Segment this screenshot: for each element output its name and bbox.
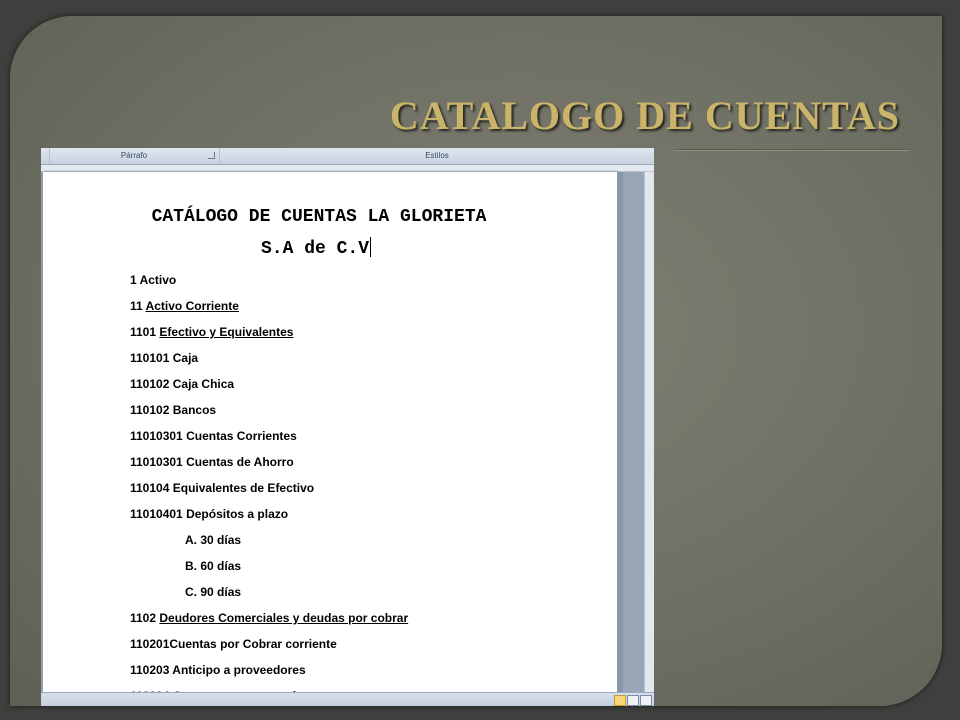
document-title: CATÁLOGO DE CUENTAS LA GLORIETA [151, 207, 487, 227]
account-entry: 11010301 Cuentas de Ahorro [130, 454, 408, 480]
ribbon-group-styles-label: Estilos [425, 151, 449, 160]
account-entry: 11 Activo Corriente [130, 298, 408, 324]
account-name: Deudores Comerciales y deudas por cobrar [159, 611, 409, 625]
account-entry: 110203 Anticipo a proveedores [130, 662, 408, 688]
account-entry: 110101 Caja [130, 350, 408, 376]
account-entry: 1102 Deudores Comerciales y deudas por c… [130, 610, 408, 636]
document-subtitle: S.A de C.V [43, 237, 603, 259]
account-code: 11010401 [130, 507, 183, 521]
account-code: 1101 [130, 325, 157, 339]
account-name: Anticipo a proveedores [172, 663, 306, 677]
print-layout-view-icon[interactable] [614, 695, 626, 706]
status-bar [41, 692, 654, 706]
word-processor-screenshot: Párrafo Estilos CATÁLOGO DE CUENTAS LA G… [41, 148, 654, 706]
account-code: C. [185, 585, 197, 599]
account-entry: C. 90 días [130, 584, 408, 610]
account-name: Cuentas Corrientes [186, 429, 297, 443]
account-code: 11010301 [130, 455, 183, 469]
account-name: Depósitos a plazo [186, 507, 289, 521]
account-code: 11 [130, 299, 143, 313]
account-entry: 110102 Caja Chica [130, 376, 408, 402]
account-name: 90 días [200, 585, 242, 599]
text-cursor [370, 237, 372, 257]
account-code: 110203 [130, 663, 170, 677]
title-underline-rule [674, 149, 910, 151]
account-code: 110201 [130, 637, 170, 651]
account-entry: B. 60 días [130, 558, 408, 584]
account-name: Activo [139, 273, 177, 287]
ribbon-group-paragraph-label: Párrafo [120, 151, 148, 160]
account-name: Bancos [172, 403, 217, 417]
account-name: Efectivo y Equivalentes [159, 325, 294, 339]
document-canvas: CATÁLOGO DE CUENTAS LA GLORIETA S.A de C… [41, 172, 644, 706]
account-code: 1102 [130, 611, 157, 625]
account-code: 11010301 [130, 429, 183, 443]
account-name: Cuentas de Ahorro [186, 455, 294, 469]
vertical-scrollbar[interactable] [644, 172, 654, 692]
account-code: 110102 [130, 403, 170, 417]
account-name: Cuentas por Cobrar corriente [169, 637, 337, 651]
account-code: 110102 [130, 377, 170, 391]
account-code: A. [185, 533, 197, 547]
page-gutter [617, 172, 623, 692]
account-name: Caja Chica [172, 377, 235, 391]
account-entry: 11010401 Depósitos a plazo [130, 506, 408, 532]
ribbon-group-styles[interactable]: Estilos [220, 148, 654, 164]
web-layout-view-icon[interactable] [640, 695, 652, 706]
account-name: Caja [172, 351, 199, 365]
slide-title: CATALOGO DE CUENTAS [389, 93, 900, 138]
full-screen-reading-view-icon[interactable] [627, 695, 639, 706]
dialog-launcher-icon[interactable] [208, 152, 215, 159]
account-code: 110104 [130, 481, 170, 495]
account-entry: 110201Cuentas por Cobrar corriente [130, 636, 408, 662]
ribbon-group-labels: Párrafo Estilos [41, 148, 654, 165]
account-entry: 11010301 Cuentas Corrientes [130, 428, 408, 454]
account-name: 30 días [200, 533, 242, 547]
account-list: 1 Activo 11 Activo Corriente 1101 Efectivo… [130, 272, 408, 706]
account-name: Equivalentes de Efectivo [172, 481, 315, 495]
account-entry: 1 Activo [130, 272, 408, 298]
ruler [41, 165, 654, 172]
account-entry: 110102 Bancos [130, 402, 408, 428]
account-entry: 1101 Efectivo y Equivalentes [130, 324, 408, 350]
account-code: 1 [130, 273, 137, 287]
document-page[interactable]: CATÁLOGO DE CUENTAS LA GLORIETA S.A de C… [43, 172, 617, 706]
document-subtitle-text: S.A de C.V [260, 239, 370, 259]
account-code: B. [185, 559, 197, 573]
account-code: 110101 [130, 351, 170, 365]
account-entry: A. 30 días [130, 532, 408, 558]
ribbon-group-paragraph[interactable]: Párrafo [49, 148, 220, 164]
account-entry: 110104 Equivalentes de Efectivo [130, 480, 408, 506]
account-name: 60 días [200, 559, 242, 573]
account-name: Activo Corriente [145, 299, 239, 313]
